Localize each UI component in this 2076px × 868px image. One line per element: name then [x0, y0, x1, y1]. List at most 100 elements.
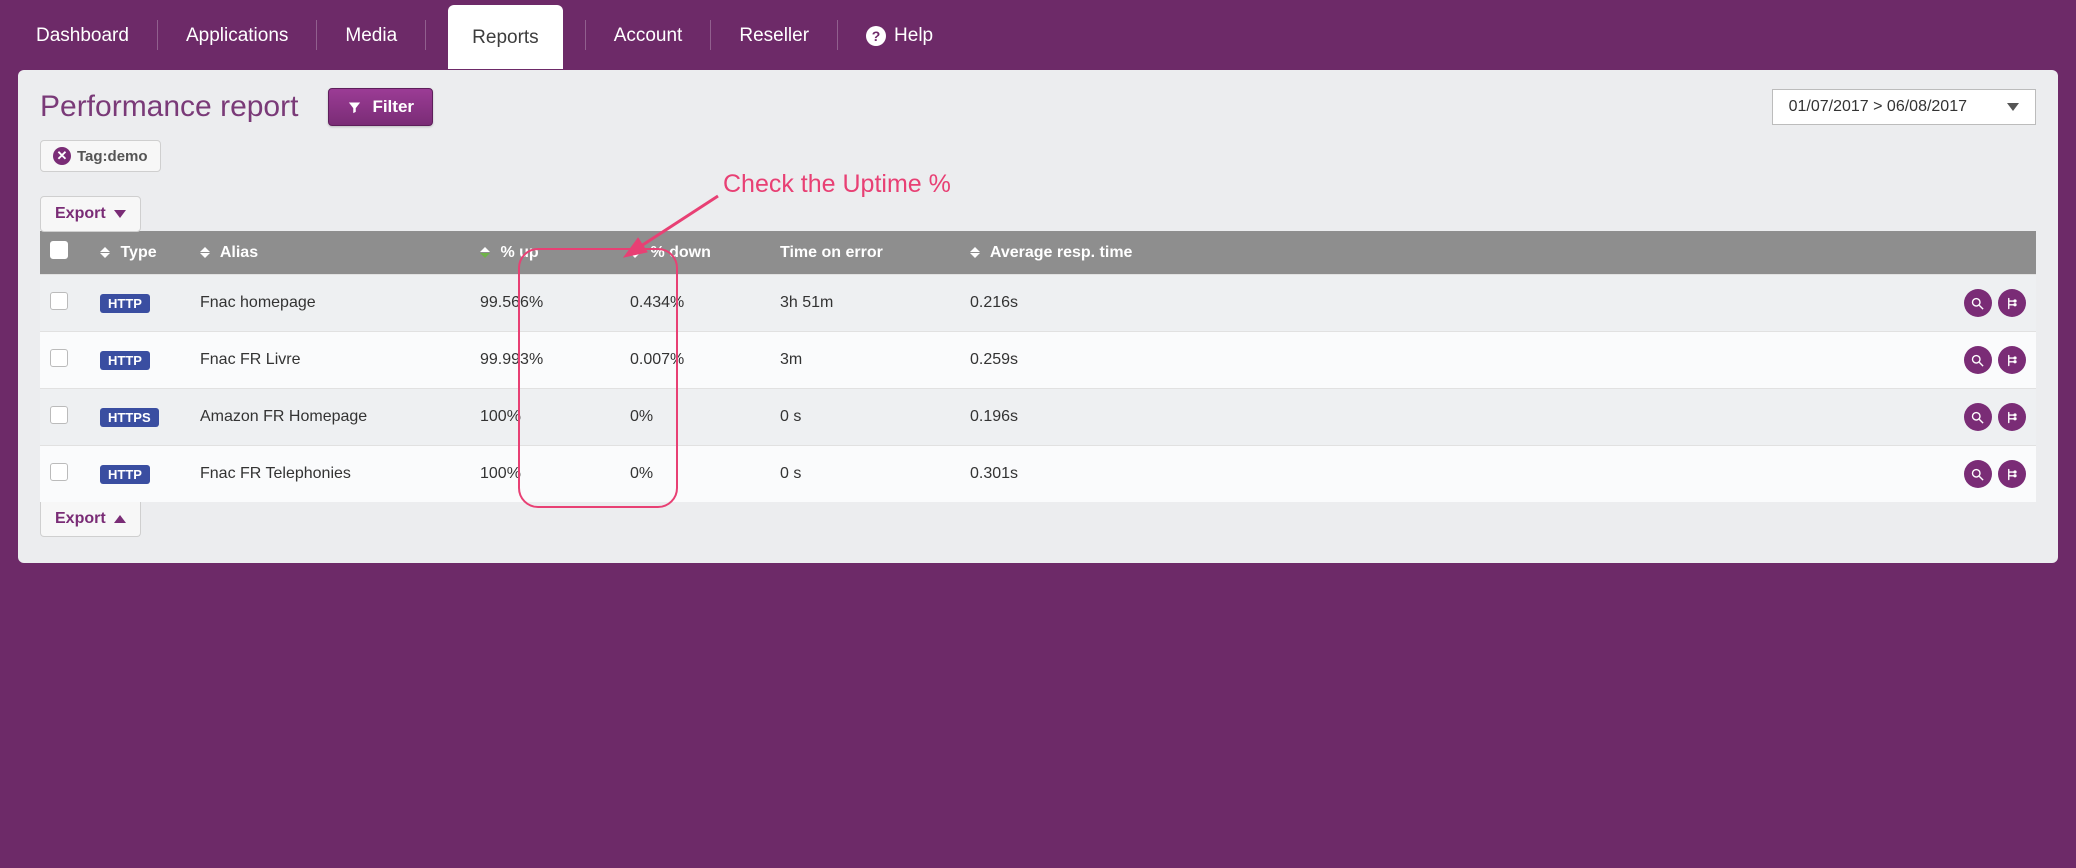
col-pct-down-label: % down — [650, 244, 710, 261]
col-type-label: Type — [120, 244, 156, 261]
date-range-value: 01/07/2017 > 06/08/2017 — [1789, 98, 1967, 116]
chevron-up-icon — [114, 515, 126, 523]
protocol-badge: HTTP — [100, 351, 150, 370]
tag-chip[interactable]: ✕ Tag:demo — [40, 140, 161, 172]
details-button[interactable] — [1964, 403, 1992, 431]
details-button[interactable] — [1964, 460, 1992, 488]
tree-button[interactable] — [1998, 460, 2026, 488]
col-alias[interactable]: Alias — [190, 231, 470, 275]
tree-icon — [2005, 353, 2020, 368]
chevron-down-icon — [114, 210, 126, 218]
tree-icon — [2005, 296, 2020, 311]
nav-account[interactable]: Account — [608, 7, 689, 63]
nav-help[interactable]: ? Help — [860, 7, 939, 63]
nav-separator — [157, 20, 158, 50]
export-button-top[interactable]: Export — [40, 196, 141, 232]
sort-icon — [970, 247, 980, 258]
filter-button[interactable]: Filter — [328, 88, 433, 126]
search-icon — [1970, 467, 1985, 482]
nav-separator — [316, 20, 317, 50]
performance-table: Type Alias % up % down Time on error — [40, 231, 2036, 502]
chevron-down-icon — [2007, 103, 2019, 111]
col-pct-down[interactable]: % down — [620, 231, 770, 275]
top-nav: Dashboard Applications Media Reports Acc… — [0, 0, 2076, 70]
tree-button[interactable] — [1998, 289, 2026, 317]
cell-avg-resp-time: 0.216s — [960, 275, 1250, 332]
main-panel: Performance report Filter 01/07/2017 > 0… — [18, 70, 2058, 563]
tree-icon — [2005, 467, 2020, 482]
nav-separator — [585, 20, 586, 50]
cell-time-on-error: 0 s — [770, 389, 960, 446]
nav-separator — [837, 20, 838, 50]
nav-separator — [425, 20, 426, 50]
cell-time-on-error: 3h 51m — [770, 275, 960, 332]
export-label: Export — [55, 205, 106, 223]
cell-time-on-error: 3m — [770, 332, 960, 389]
cell-time-on-error: 0 s — [770, 446, 960, 503]
cell-avg-resp-time: 0.301s — [960, 446, 1250, 503]
col-time-on-error: Time on error — [770, 231, 960, 275]
cell-alias[interactable]: Fnac FR Livre — [190, 332, 470, 389]
row-checkbox[interactable] — [50, 406, 68, 424]
remove-tag-icon[interactable]: ✕ — [53, 147, 71, 165]
col-alias-label: Alias — [220, 244, 258, 261]
col-err-label: Time on error — [780, 244, 883, 261]
cell-pct-down: 0% — [620, 446, 770, 503]
search-icon — [1970, 296, 1985, 311]
col-pct-up[interactable]: % up — [470, 231, 620, 275]
cell-alias[interactable]: Fnac homepage — [190, 275, 470, 332]
table-row: HTTP Fnac homepage 99.566% 0.434% 3h 51m… — [40, 275, 2036, 332]
nav-applications[interactable]: Applications — [180, 7, 294, 63]
funnel-icon — [347, 100, 362, 115]
export-label: Export — [55, 510, 106, 528]
nav-reseller[interactable]: Reseller — [733, 7, 815, 63]
tree-icon — [2005, 410, 2020, 425]
select-all-checkbox[interactable] — [50, 241, 68, 259]
row-checkbox[interactable] — [50, 463, 68, 481]
search-icon — [1970, 410, 1985, 425]
protocol-badge: HTTPS — [100, 408, 159, 427]
cell-pct-down: 0% — [620, 389, 770, 446]
cell-alias[interactable]: Fnac FR Telephonies — [190, 446, 470, 503]
tag-chip-label: Tag:demo — [77, 148, 148, 165]
row-checkbox[interactable] — [50, 349, 68, 367]
protocol-badge: HTTP — [100, 294, 150, 313]
cell-alias[interactable]: Amazon FR Homepage — [190, 389, 470, 446]
cell-avg-resp-time: 0.259s — [960, 332, 1250, 389]
table-header-row: Type Alias % up % down Time on error — [40, 231, 2036, 275]
col-pct-up-label: % up — [500, 244, 538, 261]
tree-button[interactable] — [1998, 403, 2026, 431]
nav-dashboard[interactable]: Dashboard — [30, 7, 135, 63]
sort-icon — [100, 247, 110, 258]
table-row: HTTP Fnac FR Telephonies 100% 0% 0 s 0.3… — [40, 446, 2036, 503]
cell-pct-up: 100% — [470, 446, 620, 503]
help-icon: ? — [866, 26, 886, 46]
cell-pct-down: 0.434% — [620, 275, 770, 332]
sort-icon — [630, 247, 640, 258]
nav-media[interactable]: Media — [339, 7, 403, 63]
cell-pct-up: 100% — [470, 389, 620, 446]
details-button[interactable] — [1964, 346, 1992, 374]
col-type[interactable]: Type — [90, 231, 190, 275]
export-button-bottom[interactable]: Export — [40, 502, 141, 537]
col-avg-resp-time[interactable]: Average resp. time — [960, 231, 1250, 275]
search-icon — [1970, 353, 1985, 368]
table-row: HTTPS Amazon FR Homepage 100% 0% 0 s 0.1… — [40, 389, 2036, 446]
nav-help-label: Help — [894, 25, 933, 47]
nav-separator — [710, 20, 711, 50]
filter-label: Filter — [372, 97, 414, 117]
sort-icon — [480, 247, 490, 258]
cell-pct-down: 0.007% — [620, 332, 770, 389]
row-checkbox[interactable] — [50, 292, 68, 310]
page-title: Performance report — [40, 90, 298, 124]
tree-button[interactable] — [1998, 346, 2026, 374]
sort-icon — [200, 247, 210, 258]
cell-pct-up: 99.566% — [470, 275, 620, 332]
details-button[interactable] — [1964, 289, 1992, 317]
protocol-badge: HTTP — [100, 465, 150, 484]
date-range-picker[interactable]: 01/07/2017 > 06/08/2017 — [1772, 89, 2036, 125]
page-header-row: Performance report Filter 01/07/2017 > 0… — [40, 88, 2036, 126]
col-avg-label: Average resp. time — [990, 244, 1133, 261]
nav-reports[interactable]: Reports — [448, 5, 563, 69]
cell-pct-up: 99.993% — [470, 332, 620, 389]
